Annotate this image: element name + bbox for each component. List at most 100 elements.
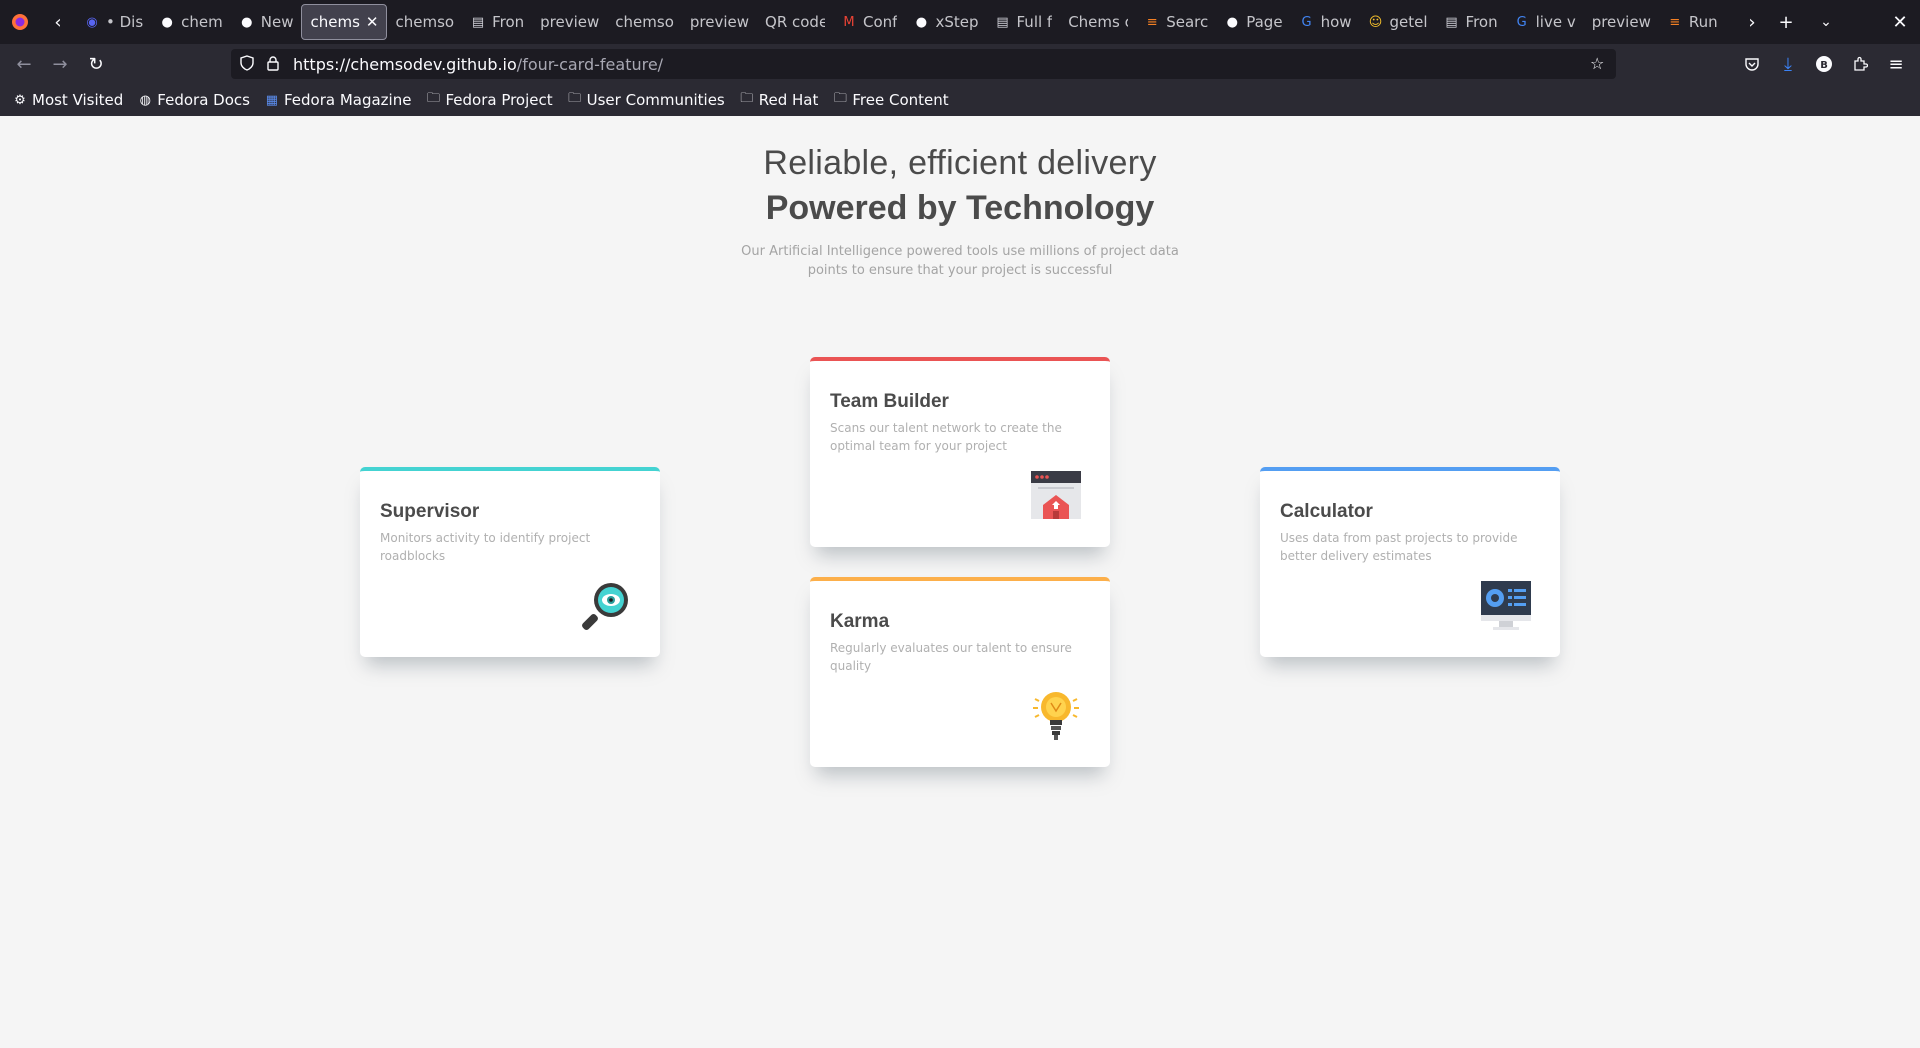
card-title: Supervisor bbox=[380, 501, 480, 522]
tab-19[interactable]: ▤ Fron bbox=[1436, 4, 1506, 40]
card-supervisor: Supervisor Monitors activity to identify… bbox=[360, 467, 660, 657]
card-karma: Karma Regularly evaluates our talent to … bbox=[810, 577, 1110, 767]
google-icon: G bbox=[1516, 14, 1527, 30]
tab-label: chemso bbox=[395, 13, 455, 31]
tab-label: Full f bbox=[1016, 13, 1053, 31]
tab-10[interactable]: QR code bbox=[757, 4, 833, 40]
tab-7[interactable]: preview bbox=[532, 4, 607, 40]
bookmark-label: Fedora Magazine bbox=[283, 91, 412, 109]
url-bar[interactable]: https://chemsodev.github.io/four-card-fe… bbox=[231, 49, 1616, 79]
tab-bar: ‹ ◉ • Dis ● chem ● New chems ✕ chemso ▤ Fron previe… bbox=[0, 0, 1920, 44]
folder-icon: 🗀 bbox=[833, 91, 847, 106]
tab-label: chem bbox=[181, 13, 223, 31]
tab-label: Conf bbox=[863, 13, 898, 31]
tab-17[interactable]: Ghow bbox=[1291, 4, 1360, 40]
tab-18[interactable]: ☺ getel bbox=[1360, 4, 1436, 40]
account-icon[interactable]: B bbox=[1810, 50, 1838, 78]
tab-label: preview bbox=[1591, 13, 1651, 31]
lightbulb-icon bbox=[1030, 689, 1082, 741]
tab-8[interactable]: chemso bbox=[607, 4, 682, 40]
card-calculator: Calculator Uses data from past projects … bbox=[1260, 467, 1560, 657]
svg-text:B: B bbox=[1820, 60, 1828, 71]
downloads-icon[interactable]: ⤓ bbox=[1774, 50, 1802, 78]
card-description: Regularly evaluates our talent to ensure… bbox=[830, 641, 1072, 673]
bookmarks-toolbar: ⚙ Most Visited ◍ Fedora Docs ▦ Fedora Magazin… bbox=[0, 84, 1920, 116]
bookmark-3[interactable]: ▦ Fedora Magazine bbox=[264, 91, 412, 109]
tab-label: chems bbox=[310, 13, 360, 31]
back-button[interactable]: ← bbox=[10, 50, 38, 78]
tab-4[interactable]: chems ✕ bbox=[301, 4, 388, 40]
tab-label: Fron bbox=[1465, 13, 1498, 31]
hamburger-menu-icon[interactable]: ≡ bbox=[1882, 50, 1910, 78]
folder-icon: 🗀 bbox=[568, 91, 582, 106]
pocket-icon[interactable] bbox=[1738, 50, 1766, 78]
tab-5[interactable]: chemso bbox=[387, 4, 462, 40]
tab-12[interactable]: ● xStep bbox=[905, 4, 986, 40]
hero-title-bold: Powered by Technology bbox=[765, 189, 1155, 227]
stackoverflow-icon: ≡ bbox=[1146, 14, 1158, 30]
tab-strip: ◉ • Dis ● chem ● New chems ✕ chemso ▤ Fron preview c… bbox=[76, 0, 1736, 44]
tab-11[interactable]: M Conf bbox=[833, 4, 905, 40]
tab-2[interactable]: ● chem bbox=[151, 4, 231, 40]
tab-1[interactable]: ◉ • Dis bbox=[76, 4, 151, 40]
hero-description: Our Artificial Intelligence powered tool… bbox=[741, 244, 1179, 278]
card-description: Monitors activity to identify project ro… bbox=[380, 531, 591, 563]
close-tab-icon[interactable]: ✕ bbox=[366, 13, 379, 31]
emoji-icon: ☺ bbox=[1368, 14, 1383, 30]
new-tab-button[interactable]: + bbox=[1772, 8, 1800, 36]
globe-icon: ◍ bbox=[139, 92, 151, 108]
bookmark-7[interactable]: 🗀 Free Content bbox=[832, 91, 949, 109]
extensions-icon[interactable] bbox=[1846, 50, 1874, 78]
tab-label: chemso bbox=[615, 13, 674, 31]
page-viewport: Reliable, efficient delivery Powered by … bbox=[0, 116, 1920, 1048]
folder-icon: 🗀 bbox=[740, 91, 754, 106]
card-title: Calculator bbox=[1280, 501, 1373, 522]
bookmark-label: Most Visited bbox=[32, 91, 124, 109]
tab-21[interactable]: preview bbox=[1584, 4, 1659, 40]
bookmark-star-icon[interactable]: ☆ bbox=[1590, 54, 1608, 73]
hero-section: Reliable, efficient delivery Powered by … bbox=[0, 144, 1920, 280]
card-title: Karma bbox=[830, 611, 890, 632]
monitor-icon bbox=[1480, 579, 1532, 631]
bookmark-2[interactable]: ◍ Fedora Docs bbox=[137, 91, 250, 109]
bookmark-label: Red Hat bbox=[758, 91, 819, 109]
tab-label: how bbox=[1320, 13, 1352, 31]
google-icon: G bbox=[1301, 14, 1312, 30]
firefox-menu-icon[interactable] bbox=[6, 8, 34, 36]
tab-label: preview bbox=[689, 13, 750, 31]
tab-scroll-left-icon[interactable]: ‹ bbox=[48, 8, 68, 36]
bookmark-label: Fedora Docs bbox=[157, 91, 250, 109]
list-all-tabs-icon[interactable]: ⌄ bbox=[1812, 8, 1840, 36]
tab-label: live v bbox=[1535, 13, 1576, 31]
reload-button[interactable]: ↻ bbox=[82, 50, 110, 78]
tab-label: • Dis bbox=[106, 13, 144, 31]
tab-9[interactable]: preview bbox=[682, 4, 757, 40]
close-window-icon[interactable]: ✕ bbox=[1886, 8, 1914, 36]
bookmark-5[interactable]: 🗀 User Communities bbox=[567, 91, 725, 109]
bookmark-1[interactable]: ⚙ Most Visited bbox=[12, 91, 123, 109]
github-icon: ● bbox=[241, 14, 253, 30]
tab-scroll-right-icon[interactable]: › bbox=[1738, 8, 1766, 36]
tab-22[interactable]: ≡ Run bbox=[1659, 4, 1726, 40]
tab-label: QR code bbox=[765, 13, 826, 31]
magnifier-icon bbox=[580, 579, 632, 631]
stackoverflow-icon: ≡ bbox=[1669, 14, 1681, 30]
tab-6[interactable]: ▤ Fron bbox=[462, 4, 532, 40]
tab-label: Searc bbox=[1166, 13, 1209, 31]
page-icon: ▤ bbox=[1445, 14, 1458, 30]
tab-20[interactable]: Glive v bbox=[1506, 4, 1584, 40]
bookmark-label: Free Content bbox=[852, 91, 949, 109]
tab-14[interactable]: Chems c bbox=[1060, 4, 1136, 40]
forward-button[interactable]: → bbox=[46, 50, 74, 78]
bookmark-4[interactable]: 🗀 Fedora Project bbox=[425, 91, 553, 109]
tab-13[interactable]: ▤ Full f bbox=[987, 4, 1061, 40]
tab-15[interactable]: ≡ Searc bbox=[1136, 4, 1216, 40]
url-text[interactable]: https://chemsodev.github.io/four-card-fe… bbox=[293, 55, 663, 74]
tab-3[interactable]: ● New bbox=[231, 4, 302, 40]
bookmark-6[interactable]: 🗀 Red Hat bbox=[739, 91, 819, 109]
shield-icon[interactable] bbox=[239, 55, 255, 71]
lock-icon[interactable] bbox=[265, 55, 281, 71]
tab-16[interactable]: ● Page bbox=[1216, 4, 1290, 40]
discord-icon: ◉ bbox=[86, 14, 98, 30]
tab-label: New bbox=[260, 13, 294, 31]
